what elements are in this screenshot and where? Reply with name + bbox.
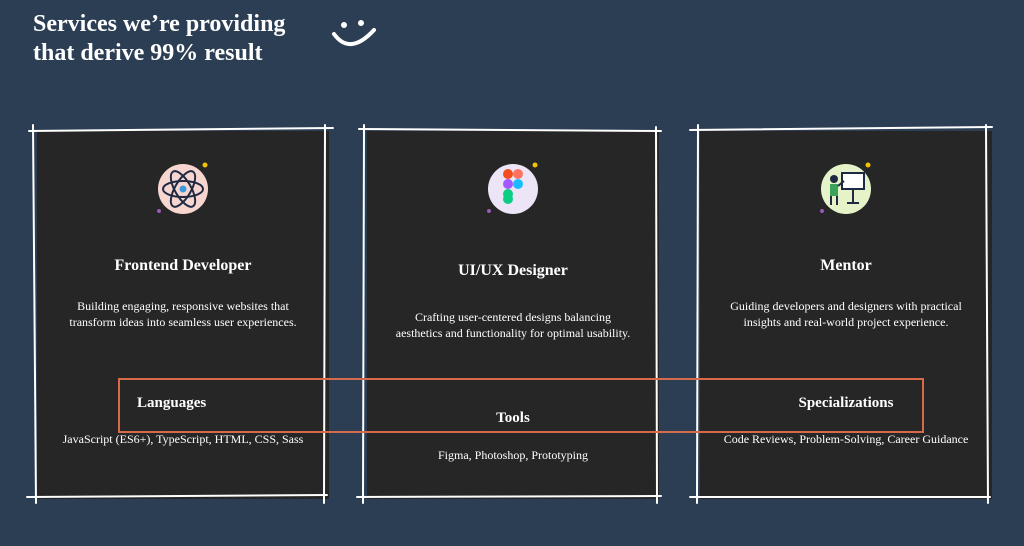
- figma-logo-icon: [487, 162, 538, 214]
- service-card-mentor: Mentor Guiding developers and designers …: [689, 124, 993, 504]
- heading-line-2: that derive 99% result: [33, 40, 263, 66]
- section-heading: Specializations: [798, 395, 894, 411]
- card-title: Mentor: [820, 257, 872, 274]
- section-heading: Languages: [137, 395, 207, 411]
- section-heading: Tools: [496, 410, 530, 426]
- card-description: Building engaging, responsive websites t…: [69, 299, 297, 329]
- section-items: Figma, Photoshop, Prototyping: [437, 448, 589, 462]
- card-title: UI/UX Designer: [458, 262, 568, 279]
- section-items: Code Reviews, Problem-Solving, Career Gu…: [723, 432, 969, 446]
- presentation-board-icon: [820, 162, 871, 214]
- card-title: Frontend Developer: [114, 257, 252, 274]
- card-description: Crafting user-centered designs balancing…: [395, 310, 631, 340]
- heading-line-1: Services we’re providing: [33, 11, 286, 37]
- service-card-frontend: Frontend Developer Building engaging, re…: [26, 124, 334, 504]
- smile-icon: [332, 20, 376, 46]
- react-atom-icon: [157, 162, 208, 214]
- page-heading: Services we’re providing that derive 99%…: [33, 10, 285, 68]
- service-card-uiux: UI/UX Designer Crafting user-centered de…: [356, 124, 662, 504]
- section-items: JavaScript (ES6+), TypeScript, HTML, CSS…: [62, 432, 304, 446]
- card-description: Guiding developers and designers with pr…: [730, 299, 962, 329]
